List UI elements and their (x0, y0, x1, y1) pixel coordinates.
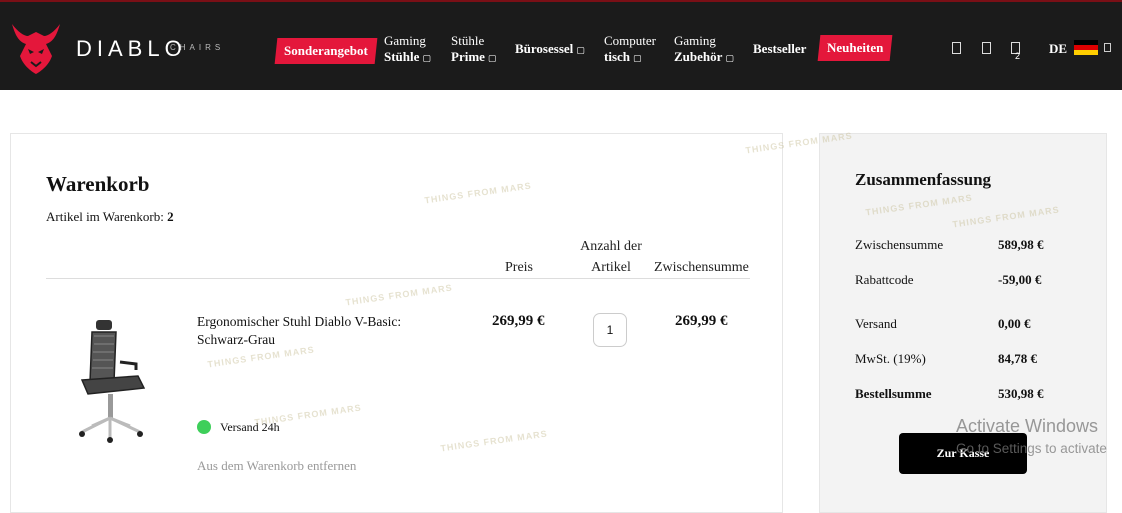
menu-computertisch[interactable]: Computer tisch ▢ (604, 33, 656, 66)
cart-item-count: Artikel im Warenkorb: 2 (46, 209, 174, 224)
language-selector[interactable]: DE (1049, 41, 1067, 57)
column-header-quantity: Anzahl der Artikel (580, 239, 642, 275)
column-header-subtotal: Zwischensumme (654, 260, 749, 275)
summary-label-subtotal: Zwischensumme (855, 237, 944, 252)
product-name-link[interactable]: Ergonomischer Stuhl Diablo V-Basic: Schw… (197, 313, 437, 349)
summary-title: Zusammenfassung (855, 170, 992, 189)
cart-count-badge: 2 (1015, 51, 1021, 61)
top-navigation: DIABLO CHAIRS Sonderangebot Gaming Stühl… (0, 0, 1122, 90)
menu-stuehle-prime[interactable]: Stühle Prime ▢ (451, 33, 496, 66)
summary-value-shipping: 0,00 € (998, 316, 1031, 331)
user-icon[interactable] (982, 42, 991, 54)
divider (46, 278, 750, 279)
summary-label-discount: Rabattcode (855, 272, 914, 287)
windows-activation-hint: Go to Settings to activate (956, 441, 1107, 456)
menu-buerosessel[interactable]: Bürosessel ▢ (515, 41, 585, 58)
chevron-down-icon: ▢ (633, 53, 642, 64)
item-price: 269,99 € (492, 313, 545, 329)
summary-value-vat: 84,78 € (998, 351, 1037, 366)
page-title: Warenkorb (46, 172, 150, 196)
summary-label-vat: MwSt. (19%) (855, 351, 926, 366)
item-subtotal: 269,99 € (675, 313, 728, 329)
column-header-price: Preis (505, 260, 533, 275)
summary-value-discount: -59,00 € (998, 272, 1042, 287)
brand-subtitle: CHAIRS (170, 43, 225, 52)
chevron-down-icon: ▢ (725, 53, 734, 64)
summary-value-total: 530,98 € (998, 386, 1044, 401)
menu-neuheiten[interactable]: Neuheiten (817, 35, 893, 61)
search-icon[interactable] (952, 42, 961, 54)
summary-label-shipping: Versand (855, 316, 897, 331)
summary-value-subtotal: 589,98 € (998, 237, 1044, 252)
product-image-chair[interactable] (70, 318, 160, 450)
chevron-down-icon: ▢ (487, 53, 497, 64)
menu-sonderangebot[interactable]: Sonderangebot (274, 38, 378, 64)
quantity-input[interactable]: 1 (593, 313, 627, 347)
in-stock-indicator-icon (197, 420, 211, 434)
diablo-devil-logo-icon[interactable] (6, 16, 66, 76)
chevron-down-icon: ▢ (576, 45, 585, 56)
chevron-down-icon[interactable] (1104, 43, 1111, 52)
menu-gaming-zubehoer[interactable]: Gaming Zubehör ▢ (674, 33, 734, 66)
german-flag-icon[interactable] (1074, 40, 1098, 55)
windows-activation-notice: Activate Windows (956, 416, 1099, 436)
remove-from-cart-link[interactable]: Aus dem Warenkorb entfernen (197, 458, 356, 474)
menu-bestseller[interactable]: Bestseller (753, 41, 806, 57)
menu-gaming-stuehle[interactable]: Gaming Stühle ▢ (384, 33, 431, 66)
summary-label-total: Bestellsumme (855, 386, 932, 401)
chevron-down-icon: ▢ (422, 53, 431, 64)
